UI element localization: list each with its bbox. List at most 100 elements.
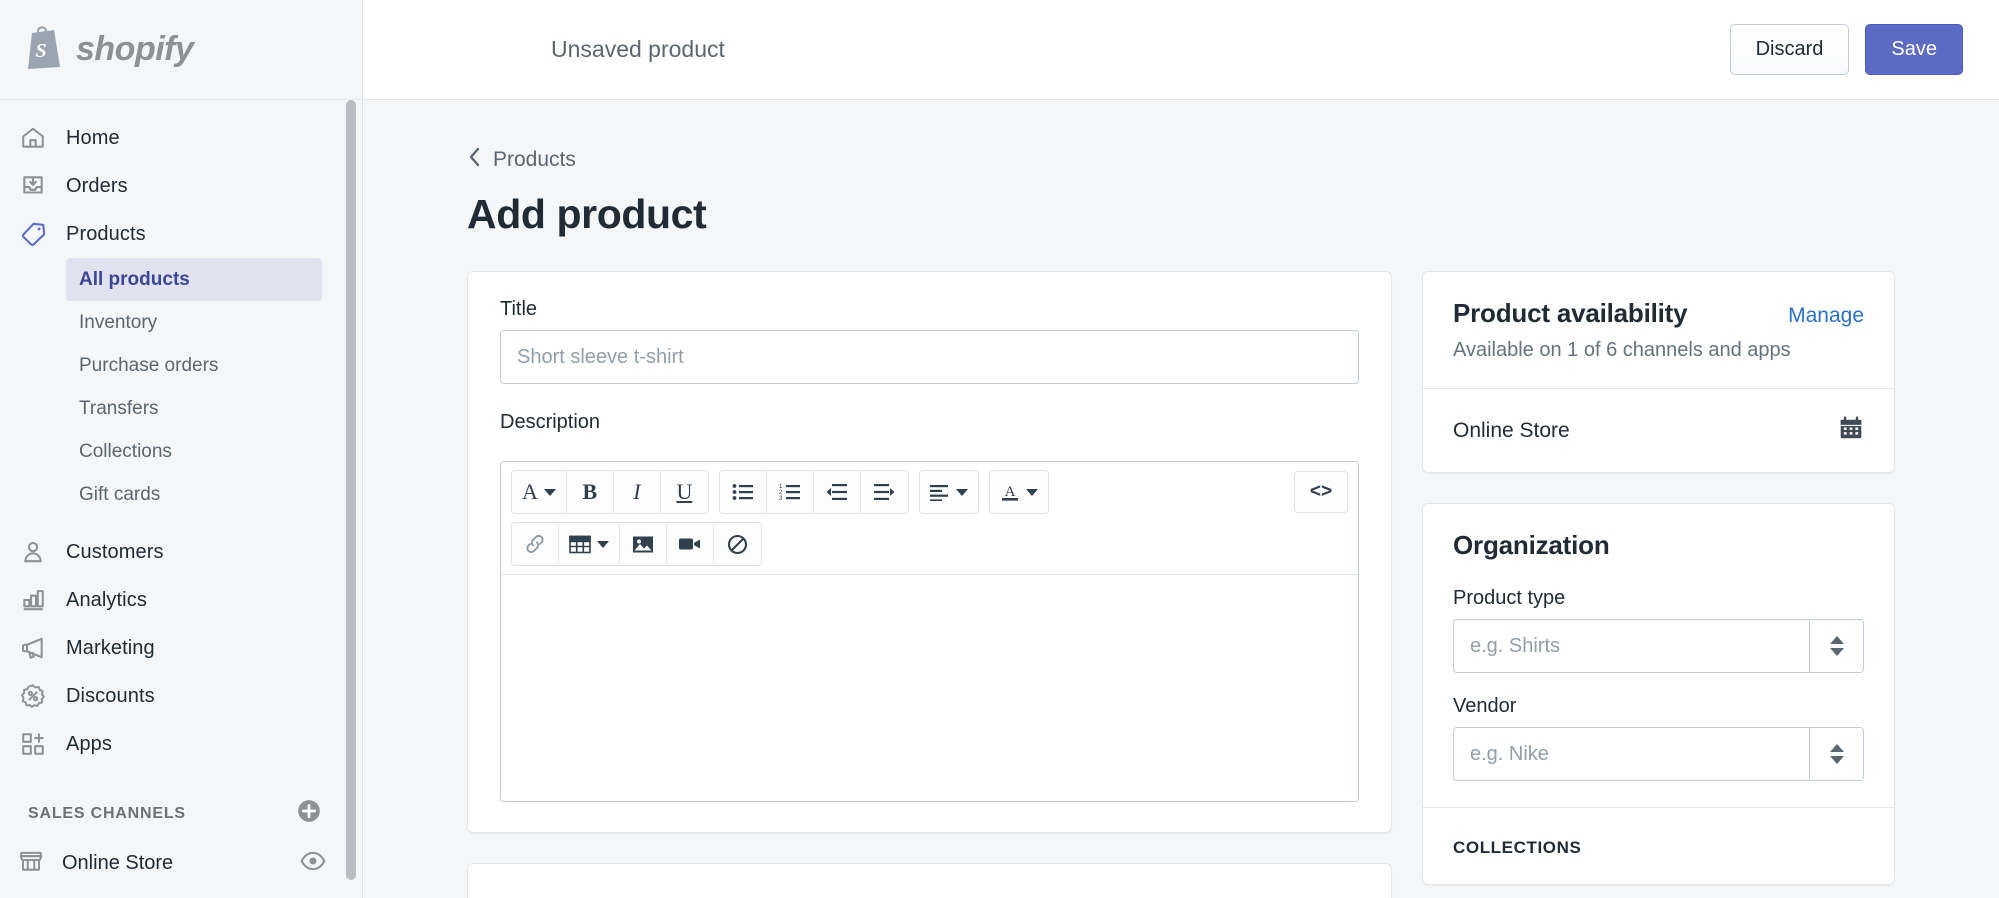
availability-channel-row: Online Store (1423, 388, 1894, 472)
shopify-admin-window: S shopify Home (0, 0, 1999, 898)
sidebar-item-products[interactable]: Products (0, 210, 362, 258)
sales-channels-title: SALES CHANNELS (28, 805, 186, 823)
customers-person-icon (18, 537, 48, 567)
bold-icon[interactable]: B (567, 471, 614, 513)
sidebar-subitem-label: Transfers (79, 398, 159, 420)
unsaved-status-label: Unsaved product (551, 36, 1730, 63)
underline-icon[interactable]: U (661, 471, 708, 513)
sidebar-nav: Home Orders (0, 100, 362, 898)
vendor-stepper[interactable] (1809, 727, 1864, 781)
product-availability-card: Product availability Manage Available on… (1422, 271, 1895, 473)
vendor-field[interactable] (1453, 727, 1864, 781)
vendor-label: Vendor (1453, 695, 1864, 718)
eye-icon[interactable] (300, 851, 326, 876)
numbered-list-icon[interactable]: 1 2 3 (767, 471, 814, 513)
plus-circle-icon[interactable] (296, 798, 322, 829)
bulleted-list-icon[interactable] (720, 471, 767, 513)
chevron-down-icon (1830, 756, 1844, 764)
top-bar: Unsaved product Discard Save (363, 0, 1999, 100)
list-indent-group: 1 2 3 (719, 470, 909, 514)
text-format-group: A B I (511, 470, 709, 514)
title-input[interactable] (500, 330, 1359, 384)
sidebar-item-label: Customers (66, 541, 164, 564)
sidebar-channel-label: Online Store (62, 852, 282, 875)
sidebar-subitem-inventory[interactable]: Inventory (66, 301, 322, 344)
chevron-down-icon (1830, 648, 1844, 656)
main-column: Title Description A (467, 271, 1392, 898)
sales-channels-header: SALES CHANNELS (0, 768, 362, 839)
sidebar-item-apps[interactable]: Apps (0, 720, 362, 768)
editor-toolbar-row-1: A B I (501, 462, 1358, 522)
sidebar-scrollbar[interactable] (346, 100, 356, 898)
sidebar-subitem-label: Purchase orders (79, 355, 218, 377)
insert-video-icon[interactable] (667, 523, 714, 565)
description-textarea[interactable] (501, 574, 1358, 801)
sidebar-subitem-collections[interactable]: Collections (66, 430, 322, 473)
brand-name: shopify (76, 30, 193, 69)
product-type-label: Product type (1453, 587, 1864, 610)
text-color-group: A (989, 470, 1049, 514)
breadcrumb-label: Products (493, 148, 576, 172)
sidebar-item-label: Home (66, 127, 120, 150)
insert-group (511, 522, 762, 566)
product-type-stepper[interactable] (1809, 619, 1864, 673)
sidebar-subitem-gift-cards[interactable]: Gift cards (66, 473, 322, 516)
chevron-down-icon (1026, 489, 1038, 496)
marketing-megaphone-icon (18, 633, 48, 663)
breadcrumb[interactable]: Products (467, 146, 1895, 173)
availability-title: Product availability (1453, 298, 1687, 329)
table-icon[interactable] (559, 523, 620, 565)
text-color-icon[interactable]: A (990, 471, 1048, 513)
product-type-field[interactable] (1453, 619, 1864, 673)
save-button[interactable]: Save (1865, 24, 1963, 75)
collections-section: COLLECTIONS (1423, 807, 1894, 884)
sidebar: S shopify Home (0, 0, 363, 898)
manage-availability-link[interactable]: Manage (1788, 304, 1864, 328)
media-card: Media Add media from URL (467, 863, 1392, 898)
sidebar-subitem-all-products[interactable]: All products (66, 258, 322, 301)
sidebar-item-label: Products (66, 223, 146, 246)
product-type-input[interactable] (1453, 619, 1809, 673)
align-icon[interactable] (920, 471, 978, 513)
vendor-input[interactable] (1453, 727, 1809, 781)
sidebar-item-home[interactable]: Home (0, 114, 362, 162)
sidebar-item-label: Marketing (66, 637, 155, 660)
sidebar-subitem-label: Collections (79, 441, 172, 463)
indent-icon[interactable] (861, 471, 908, 513)
sidebar-item-analytics[interactable]: Analytics (0, 576, 362, 624)
italic-icon[interactable]: I (614, 471, 661, 513)
sidebar-item-marketing[interactable]: Marketing (0, 624, 362, 672)
page-content: Products Add product Title Description (363, 100, 1999, 898)
insert-image-icon[interactable] (620, 523, 667, 565)
sidebar-item-label: Orders (66, 175, 128, 198)
sidebar-subitem-purchase-orders[interactable]: Purchase orders (66, 344, 322, 387)
sidebar-item-customers[interactable]: Customers (0, 528, 362, 576)
sidebar-item-orders[interactable]: Orders (0, 162, 362, 210)
description-editor: A B I (500, 461, 1359, 802)
sidebar-item-label: Discounts (66, 685, 155, 708)
chevron-down-icon (597, 541, 609, 548)
sidebar-scrollbar-thumb[interactable] (346, 100, 356, 880)
outdent-icon[interactable] (814, 471, 861, 513)
calendar-icon[interactable] (1838, 415, 1864, 446)
chevron-down-icon (544, 489, 556, 496)
side-column: Product availability Manage Available on… (1422, 271, 1895, 885)
discard-button[interactable]: Discard (1730, 24, 1850, 75)
products-tag-icon (18, 219, 48, 249)
availability-subtitle: Available on 1 of 6 channels and apps (1453, 339, 1864, 362)
clear-formatting-icon[interactable] (714, 523, 761, 565)
underline-glyph: U (676, 479, 692, 505)
sidebar-channel-online-store[interactable]: Online Store (0, 839, 362, 887)
title-field-label: Title (500, 298, 1359, 321)
apps-grid-plus-icon (18, 729, 48, 759)
sidebar-item-label: Apps (66, 733, 112, 756)
availability-channel-name: Online Store (1453, 419, 1570, 443)
sidebar-item-discounts[interactable]: Discounts (0, 672, 362, 720)
sidebar-subitem-transfers[interactable]: Transfers (66, 387, 322, 430)
brand-logo[interactable]: S shopify (0, 0, 362, 100)
html-code-view-icon[interactable]: <> (1294, 471, 1348, 513)
font-format-icon[interactable]: A (512, 471, 567, 513)
link-icon[interactable] (512, 523, 559, 565)
chevron-down-icon (956, 489, 968, 496)
chevron-left-icon (467, 146, 482, 173)
